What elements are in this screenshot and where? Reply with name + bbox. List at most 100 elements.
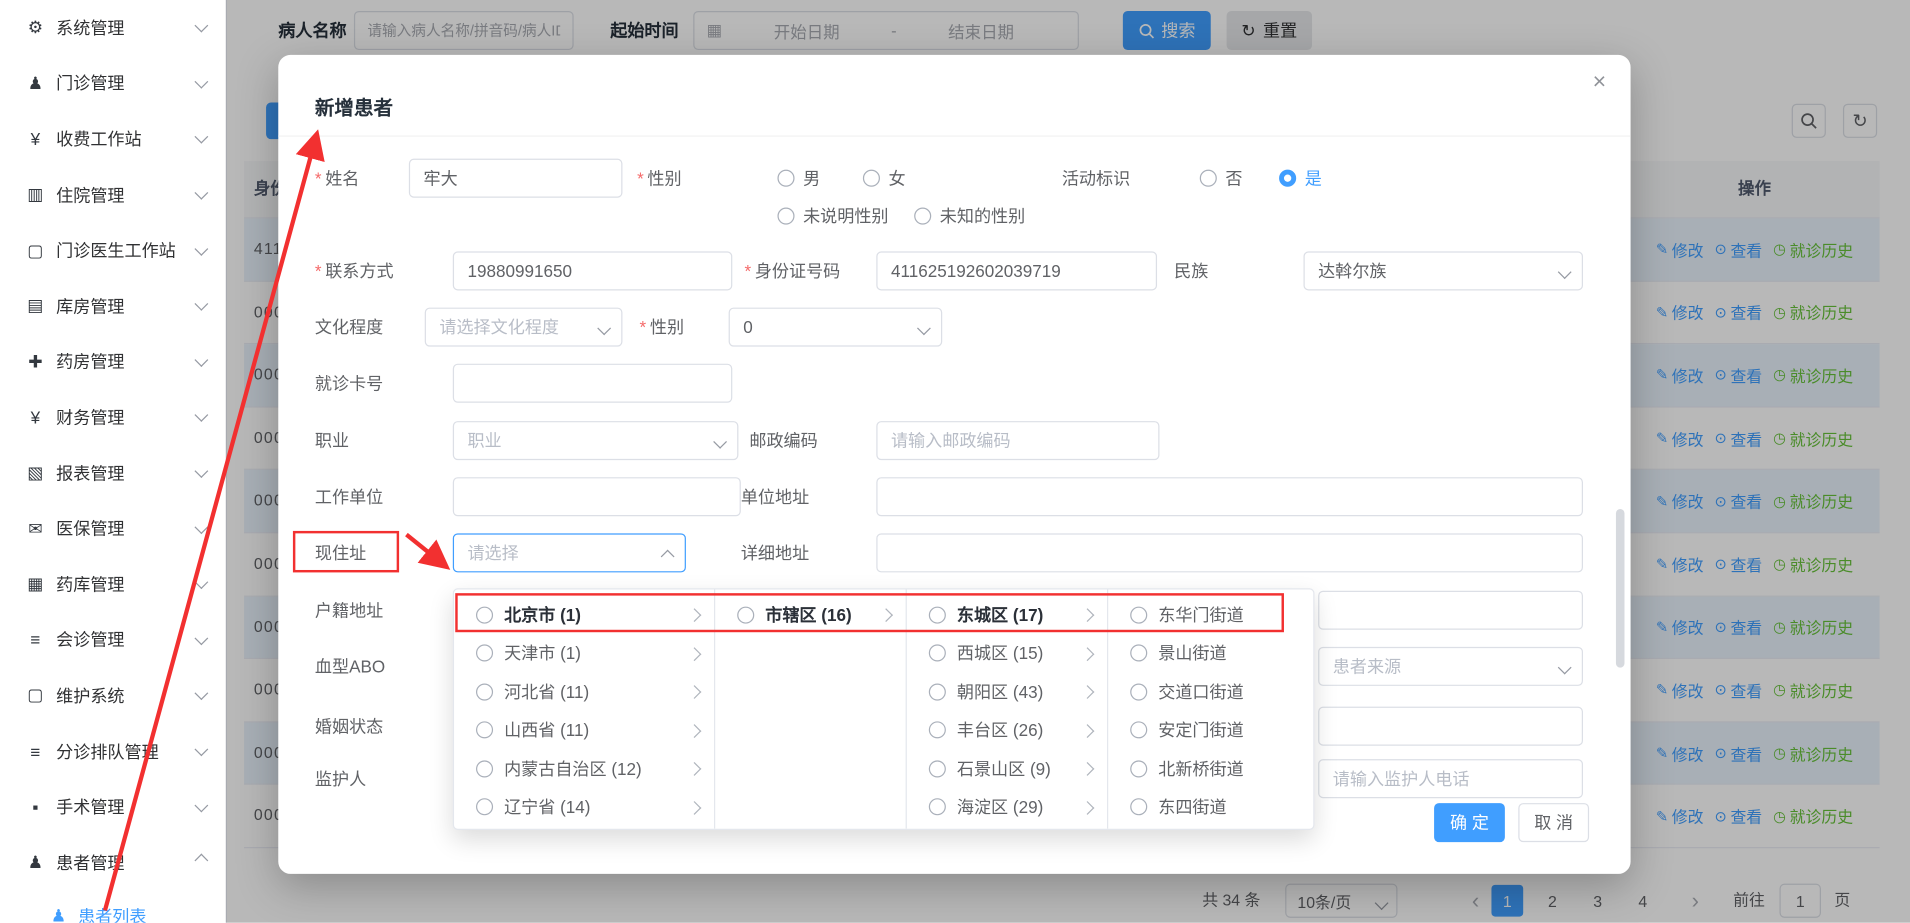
sidebar-item-icon: ⚙	[24, 17, 46, 38]
cascader-option[interactable]: 石景山区 (9)	[907, 749, 1107, 787]
cascader-option[interactable]: 海淀区 (29)	[907, 788, 1107, 826]
cascader-option[interactable]: 景山街道	[1108, 634, 1313, 672]
cascader-option[interactable]: 河北省 (11)	[454, 672, 714, 710]
sidebar-item[interactable]: ¥ 财务管理	[0, 390, 226, 446]
divider	[278, 135, 1630, 136]
cascader-option[interactable]: 安定门街道	[1108, 711, 1313, 749]
chevron-down-icon	[713, 435, 727, 449]
sidebar-item[interactable]: ▪ 手术管理	[0, 779, 226, 835]
radio-icon	[476, 760, 493, 777]
cascader-option[interactable]: 丰台区 (26)	[907, 711, 1107, 749]
chevron-down-icon	[194, 520, 208, 534]
radio-no[interactable]: 否	[1200, 159, 1243, 198]
radio-icon	[863, 170, 880, 187]
postal-code-input[interactable]	[876, 421, 1159, 460]
chevron-down-icon	[597, 321, 611, 335]
visit-card-input[interactable]	[453, 364, 732, 403]
id-number-input[interactable]	[876, 251, 1157, 290]
guardian-phone-input[interactable]	[1318, 759, 1583, 798]
radio-male[interactable]: 男	[777, 159, 820, 198]
sidebar-item[interactable]: ⚙ 系统管理	[0, 0, 226, 56]
cancel-button[interactable]: 取 消	[1518, 803, 1589, 842]
radio-icon	[929, 799, 946, 816]
sidebar-item-icon: ♟	[24, 852, 46, 873]
occupation-placeholder: 职业	[467, 428, 501, 452]
chevron-down-icon	[194, 353, 208, 367]
sidebar-item[interactable]: ✚ 药房管理	[0, 334, 226, 390]
sidebar-item-icon: ▥	[24, 184, 46, 205]
radio-icon	[929, 606, 946, 623]
radio-icon	[476, 606, 493, 623]
cascader-option[interactable]: 东华门街道	[1108, 596, 1313, 634]
sidebar-item[interactable]: ✉ 医保管理	[0, 501, 226, 557]
radio-gender-unknown[interactable]: 未知的性别	[914, 197, 1025, 236]
cascader-option[interactable]: 交道口街道	[1108, 672, 1313, 710]
sidebar-item[interactable]: ≡ 会诊管理	[0, 612, 226, 668]
sidebar-item[interactable]: ▧ 报表管理	[0, 445, 226, 501]
name-input[interactable]	[409, 159, 623, 198]
detail-address-label: 详细地址	[741, 533, 809, 572]
radio-gender-unstated[interactable]: 未说明性别	[777, 197, 888, 236]
chevron-down-icon	[1558, 265, 1572, 279]
cascader-option[interactable]: 辽宁省 (14)	[454, 788, 714, 826]
sidebar-item[interactable]: ¥ 收费工作站	[0, 111, 226, 167]
sidebar-item[interactable]: ▢ 门诊医生工作站	[0, 223, 226, 279]
sidebar-item-label: 库房管理	[56, 294, 196, 318]
sidebar-item[interactable]: ▥ 住院管理	[0, 167, 226, 223]
cascader-option[interactable]: 东城区 (17)	[907, 596, 1107, 634]
marital-status-input[interactable]	[1318, 707, 1583, 746]
current-address-cascader[interactable]: 请选择	[453, 533, 686, 572]
blood-type-label: 血型ABO	[315, 647, 385, 686]
detail-address-input[interactable]	[876, 533, 1583, 572]
radio-icon	[929, 683, 946, 700]
education-select[interactable]: 请选择文化程度	[425, 308, 623, 347]
name-label: *姓名	[315, 159, 359, 198]
sidebar-item-patient-list[interactable]: ♟ 患者列表	[0, 890, 226, 922]
work-unit-input[interactable]	[453, 477, 741, 516]
radio-icon	[1130, 645, 1147, 662]
occupation-select[interactable]: 职业	[453, 421, 739, 460]
cascader-option[interactable]: 天津市 (1)	[454, 634, 714, 672]
cascader-option[interactable]: 北京市 (1)	[454, 596, 714, 634]
confirm-button[interactable]: 确 定	[1434, 803, 1505, 842]
sidebar-item[interactable]: ▤ 库房管理	[0, 278, 226, 334]
radio-icon	[1130, 799, 1147, 816]
radio-icon	[737, 606, 754, 623]
radio-icon	[929, 722, 946, 739]
gender2-label: *性别	[640, 308, 684, 347]
cascader-option[interactable]: 西城区 (15)	[907, 634, 1107, 672]
unit-address-input[interactable]	[876, 477, 1583, 516]
sidebar-item[interactable]: ▦ 药库管理	[0, 556, 226, 612]
sidebar-item[interactable]: ♟ 门诊管理	[0, 56, 226, 112]
radio-yes[interactable]: 是	[1279, 159, 1322, 198]
postal-code-label: 邮政编码	[749, 421, 817, 460]
cascader-option[interactable]: 内蒙古自治区 (12)	[454, 749, 714, 787]
sidebar-item-label: 患者列表	[78, 904, 146, 923]
cascader-option[interactable]: 市辖区 (16)	[715, 596, 905, 634]
sidebar-item-label: 收费工作站	[56, 127, 196, 151]
dialog-title: 新增患者	[315, 92, 393, 121]
sidebar-item-icon: ▦	[24, 574, 46, 595]
patient-source-select[interactable]: 患者来源	[1318, 647, 1583, 686]
chevron-right-icon	[1081, 647, 1095, 661]
gender2-select[interactable]: 0	[729, 308, 943, 347]
chevron-down-icon	[194, 464, 208, 478]
ethnicity-select[interactable]: 达斡尔族	[1303, 251, 1582, 290]
id-number-label: *身份证号码	[745, 251, 841, 290]
sidebar-item[interactable]: ≡ 分诊排队管理	[0, 723, 226, 779]
modal-scrollbar[interactable]	[1616, 509, 1625, 668]
contact-label: *联系方式	[315, 251, 394, 290]
cascader-option[interactable]: 东四街道	[1108, 788, 1313, 826]
sidebar-item[interactable]: ♟ 患者管理	[0, 835, 226, 891]
radio-icon	[1130, 683, 1147, 700]
patient-icon: ♟	[49, 906, 69, 923]
cascader-option[interactable]: 山西省 (11)	[454, 711, 714, 749]
cascader-option[interactable]: 朝阳区 (43)	[907, 672, 1107, 710]
sidebar-item[interactable]: ▢ 维护系统	[0, 668, 226, 724]
radio-female[interactable]: 女	[863, 159, 906, 198]
cascader-option[interactable]: 北新桥街道	[1108, 749, 1313, 787]
close-icon[interactable]: ×	[1593, 70, 1607, 97]
household-address-input[interactable]	[1318, 591, 1583, 630]
radio-icon	[1200, 170, 1217, 187]
contact-input[interactable]	[453, 251, 732, 290]
